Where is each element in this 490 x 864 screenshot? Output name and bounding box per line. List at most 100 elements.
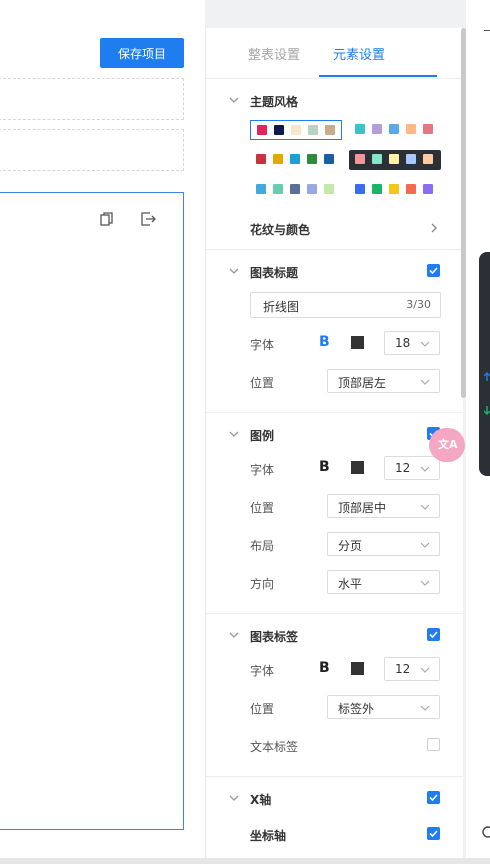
color-swatch <box>423 124 433 134</box>
active-tab-indicator <box>319 75 437 77</box>
legend-position-select[interactable]: 顶部居中 <box>327 494 440 518</box>
chevron-down-icon[interactable] <box>228 629 240 641</box>
placeholder-slot-1[interactable] <box>0 78 184 120</box>
save-project-button[interactable]: 保存项目 <box>100 38 184 68</box>
color-swatch <box>290 154 300 164</box>
color-swatch <box>290 184 300 194</box>
text-label-label: 文本标签 <box>250 740 299 754</box>
chevron-down-icon[interactable] <box>228 94 240 106</box>
color-swatch <box>324 184 334 194</box>
label-position-select[interactable]: 标签外 <box>327 695 440 719</box>
color-swatch <box>389 124 399 134</box>
bold-toggle[interactable]: B <box>319 459 330 475</box>
color-swatch <box>273 154 283 164</box>
divider <box>206 613 463 614</box>
color-swatch <box>355 124 365 134</box>
legend-position-value: 顶部居中 <box>338 501 387 515</box>
section-title-x-axis: X轴 <box>250 793 272 807</box>
font-label: 字体 <box>250 463 275 477</box>
bold-toggle[interactable]: B <box>319 660 330 676</box>
chevron-down-icon <box>420 705 430 711</box>
color-swatch <box>274 125 284 135</box>
color-swatch <box>389 184 399 194</box>
color-swatch <box>406 184 416 194</box>
copy-icon[interactable] <box>98 211 114 227</box>
color-swatch <box>355 154 365 164</box>
placeholder-slot-2[interactable] <box>0 129 184 171</box>
font-size-select[interactable]: 12 <box>384 657 440 681</box>
font-size-value: 18 <box>395 336 411 350</box>
font-label: 字体 <box>250 338 275 352</box>
color-swatch <box>423 184 433 194</box>
chevron-down-icon[interactable] <box>228 428 240 440</box>
position-label: 位置 <box>250 376 275 390</box>
color-swatch <box>423 154 433 164</box>
color-swatch <box>389 154 399 164</box>
settings-tabs: 整表设置 元素设置 <box>206 28 463 79</box>
chevron-down-icon <box>420 379 430 385</box>
color-swatch <box>406 124 416 134</box>
legend-direction-select[interactable]: 水平 <box>327 570 440 594</box>
x-axis-checkbox[interactable] <box>427 791 440 804</box>
divider <box>206 776 463 777</box>
settings-panel: 整表设置 元素设置 主题风格 花纹与颜色 图表标题 折线图 3/30 字体 B … <box>205 28 463 858</box>
font-color-picker[interactable] <box>351 461 364 474</box>
chart-title-input[interactable]: 折线图 3/30 <box>250 292 441 318</box>
color-swatch <box>256 154 266 164</box>
export-icon[interactable] <box>140 211 156 227</box>
color-swatch <box>308 125 318 135</box>
chevron-right-icon[interactable] <box>429 222 439 234</box>
chart-title-checkbox[interactable] <box>427 264 440 277</box>
color-swatch <box>355 184 365 194</box>
axis-line-checkbox[interactable] <box>427 827 440 840</box>
font-color-picker[interactable] <box>351 662 364 675</box>
color-swatch <box>324 154 334 164</box>
tab-element-settings[interactable]: 元素设置 <box>333 44 385 63</box>
tab-sheet-settings[interactable]: 整表设置 <box>248 44 300 63</box>
divider <box>206 412 463 413</box>
font-size-select[interactable]: 12 <box>384 456 440 480</box>
translate-glyph: 文A <box>438 438 458 451</box>
section-title-chart-label: 图表标签 <box>250 630 299 644</box>
chevron-down-icon <box>420 466 430 472</box>
chart-container[interactable] <box>0 192 184 830</box>
minus-icon[interactable] <box>484 30 490 31</box>
chevron-down-icon[interactable] <box>228 265 240 277</box>
translate-icon[interactable]: 文A <box>429 428 465 462</box>
color-swatch <box>406 154 416 164</box>
font-size-select[interactable]: 18 <box>384 331 440 355</box>
theme-palette[interactable] <box>349 120 441 140</box>
chart-label-checkbox[interactable] <box>427 628 440 641</box>
color-swatch <box>307 154 317 164</box>
chevron-down-icon <box>420 667 430 673</box>
arrow-up-icon[interactable] <box>484 372 490 382</box>
arrow-down-icon[interactable] <box>484 405 490 415</box>
floating-side-toolbar[interactable] <box>479 252 490 476</box>
title-position-select[interactable]: 顶部居左 <box>327 369 440 393</box>
theme-palette[interactable] <box>250 180 342 200</box>
pattern-color-link[interactable]: 花纹与颜色 <box>250 221 310 238</box>
divider <box>206 249 463 250</box>
color-swatch <box>372 154 382 164</box>
gear-icon[interactable] <box>480 824 490 840</box>
char-counter: 3/30 <box>406 298 431 311</box>
chart-title-input-value: 折线图 <box>263 300 300 314</box>
color-swatch <box>372 184 382 194</box>
theme-palette[interactable] <box>349 150 441 170</box>
position-label: 位置 <box>250 501 275 515</box>
theme-palette[interactable] <box>250 120 342 140</box>
font-label: 字体 <box>250 664 275 678</box>
theme-palette[interactable] <box>349 180 441 200</box>
theme-palette[interactable] <box>250 150 342 170</box>
legend-direction-value: 水平 <box>338 577 363 591</box>
axis-line-label: 坐标轴 <box>250 829 287 843</box>
text-label-checkbox[interactable] <box>427 738 440 751</box>
color-swatch <box>372 124 382 134</box>
bold-toggle[interactable]: B <box>319 334 330 350</box>
color-swatch <box>273 184 283 194</box>
legend-layout-select[interactable]: 分页 <box>327 532 440 556</box>
color-swatch <box>291 125 301 135</box>
chevron-down-icon[interactable] <box>228 792 240 804</box>
chevron-down-icon <box>420 580 430 586</box>
font-color-picker[interactable] <box>351 336 364 349</box>
